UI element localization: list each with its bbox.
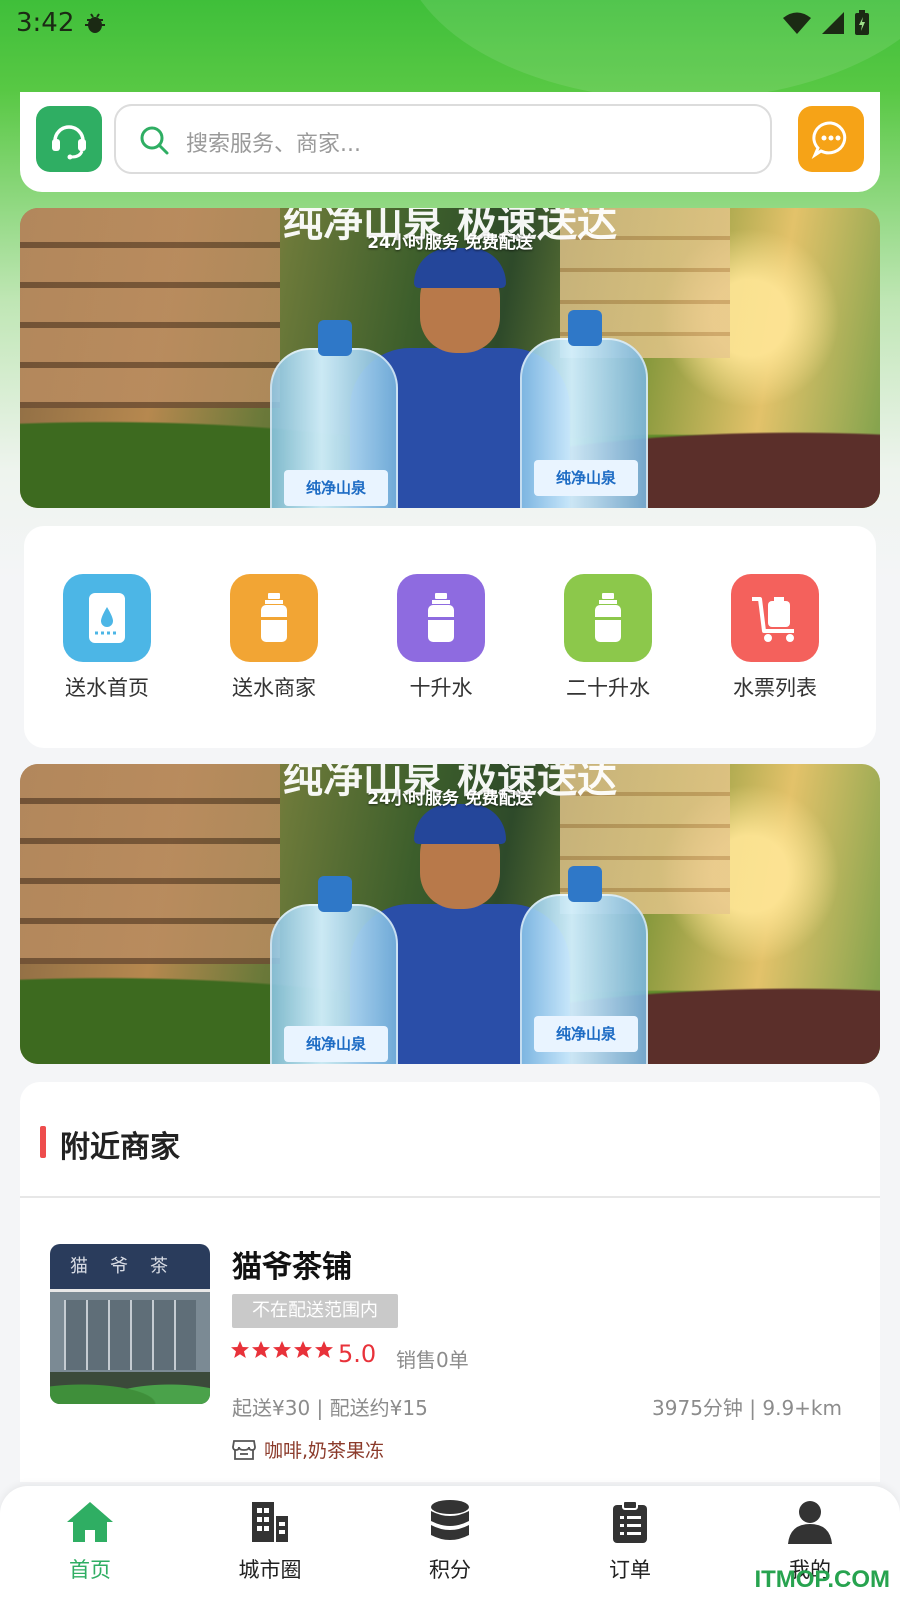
status-bar: 3:42 <box>0 0 900 48</box>
worker-cap <box>414 248 506 288</box>
cart-icon <box>731 574 819 662</box>
bottle-label: 纯净山泉 <box>534 460 638 496</box>
shop-category: 咖啡,奶茶果冻 <box>232 1436 384 1463</box>
star-icon <box>252 1341 270 1358</box>
star-icon <box>294 1341 312 1358</box>
bottle-icon <box>397 574 485 662</box>
delivery-distance: 3975分钟 | 9.9+km <box>652 1396 842 1420</box>
promo-banner[interactable]: 纯净山泉 纯净山泉 纯净山泉 极速送达 24小时服务 免费配送 <box>20 764 880 1064</box>
rating-value: 5.0 <box>338 1340 377 1368</box>
status-icons <box>782 10 870 36</box>
bottle-neck <box>318 876 352 912</box>
category-text: 咖啡,奶茶果冻 <box>264 1440 385 1462</box>
star-icon <box>231 1341 249 1358</box>
water-bottle-image: 纯净山泉 <box>270 876 398 1064</box>
status-badge: 不在配送范围内 <box>232 1294 398 1328</box>
bottle-icon <box>230 574 318 662</box>
search-card: 搜索服务、商家... <box>20 92 880 192</box>
menu-item-10l-water[interactable]: 十升水 <box>366 574 516 702</box>
star-icon <box>273 1341 291 1358</box>
section-accent-bar <box>40 1126 46 1158</box>
section-title: 附近商家 <box>60 1130 180 1165</box>
shop-plants <box>50 1370 210 1404</box>
nearby-merchants-section: 附近商家 猫爷茶 猫爷茶铺 不在配送范围内 5.0 销售0单 起送¥30 | 配… <box>20 1082 880 1482</box>
bottle-neck <box>568 310 602 346</box>
worker-cap <box>414 804 506 844</box>
menu-item-label: 二十升水 <box>566 676 650 700</box>
watermark: ITMOP.COM <box>754 1566 890 1593</box>
menu-item-water-tickets[interactable]: 水票列表 <box>700 574 850 702</box>
customer-service-button[interactable] <box>36 106 102 172</box>
water-bottle-image: 纯净山泉 <box>520 310 648 508</box>
shop-window <box>64 1300 196 1370</box>
nav-label: 积分 <box>429 1558 471 1582</box>
nav-points[interactable]: 积分 <box>390 1494 510 1584</box>
shop-thumbnail[interactable]: 猫爷茶 <box>50 1244 210 1404</box>
shop-sign: 猫爷茶 <box>70 1256 190 1277</box>
menu-item-water-home[interactable]: 送水首页 <box>32 574 182 702</box>
promo-banner[interactable]: 纯净山泉 纯净山泉 纯净山泉 极速送达 24小时服务 免费配送 <box>20 208 880 508</box>
search-input[interactable]: 搜索服务、商家... <box>114 104 772 174</box>
battery-icon <box>855 10 869 35</box>
message-button[interactable] <box>798 106 864 172</box>
banner-subline: 24小时服务 免费配送 <box>367 789 533 809</box>
nav-orders[interactable]: 订单 <box>570 1494 690 1584</box>
building-icon <box>210 1494 330 1550</box>
user-icon <box>750 1494 870 1550</box>
rating-stars <box>230 1340 334 1360</box>
nav-city-circle[interactable]: 城市圈 <box>210 1494 330 1584</box>
star-icon <box>315 1341 333 1358</box>
water-bottle-image: 纯净山泉 <box>520 866 648 1064</box>
delivery-fees: 起送¥30 | 配送约¥15 <box>232 1396 428 1420</box>
nav-label: 首页 <box>69 1558 111 1582</box>
menu-item-label: 送水商家 <box>232 676 316 700</box>
menu-item-water-merchants[interactable]: 送水商家 <box>199 574 349 702</box>
banner-subline: 24小时服务 免费配送 <box>367 233 533 253</box>
bottom-navigation: 首页 城市圈 积分 订单 我的 ITMOP.COM <box>0 1486 900 1600</box>
section-header: 附近商家 <box>20 1082 880 1198</box>
search-placeholder: 搜索服务、商家... <box>186 132 361 157</box>
sales-count: 销售0单 <box>396 1348 469 1372</box>
store-icon <box>232 1439 256 1460</box>
home-icon <box>30 1494 150 1550</box>
bottle-label: 纯净山泉 <box>284 470 388 506</box>
search-icon <box>140 126 169 155</box>
headset-icon <box>52 125 86 160</box>
database-icon <box>390 1494 510 1550</box>
bottle-neck <box>318 320 352 356</box>
wifi-icon <box>783 12 811 34</box>
nav-label: 城市圈 <box>238 1558 302 1582</box>
shop-name[interactable]: 猫爷茶铺 <box>232 1242 352 1286</box>
menu-item-label: 十升水 <box>409 676 473 700</box>
bottle-icon <box>564 574 652 662</box>
menu-item-label: 水票列表 <box>733 676 817 700</box>
menu-item-label: 送水首页 <box>65 676 149 700</box>
bottle-neck <box>568 866 602 902</box>
water-dispenser-icon <box>63 574 151 662</box>
bottle-label: 纯净山泉 <box>284 1026 388 1062</box>
bug-icon <box>85 13 105 33</box>
status-time: 3:42 <box>16 8 75 38</box>
clipboard-icon <box>570 1494 690 1550</box>
signal-icon <box>822 12 844 34</box>
nav-home[interactable]: 首页 <box>30 1494 150 1584</box>
menu-item-20l-water[interactable]: 二十升水 <box>533 574 683 702</box>
bottle-label: 纯净山泉 <box>534 1016 638 1052</box>
water-bottle-image: 纯净山泉 <box>270 320 398 508</box>
service-menu: 送水首页 送水商家 十升水 二十升水 水票列表 <box>24 526 876 748</box>
nav-label: 订单 <box>609 1558 651 1582</box>
chat-bubble-icon <box>811 121 847 159</box>
